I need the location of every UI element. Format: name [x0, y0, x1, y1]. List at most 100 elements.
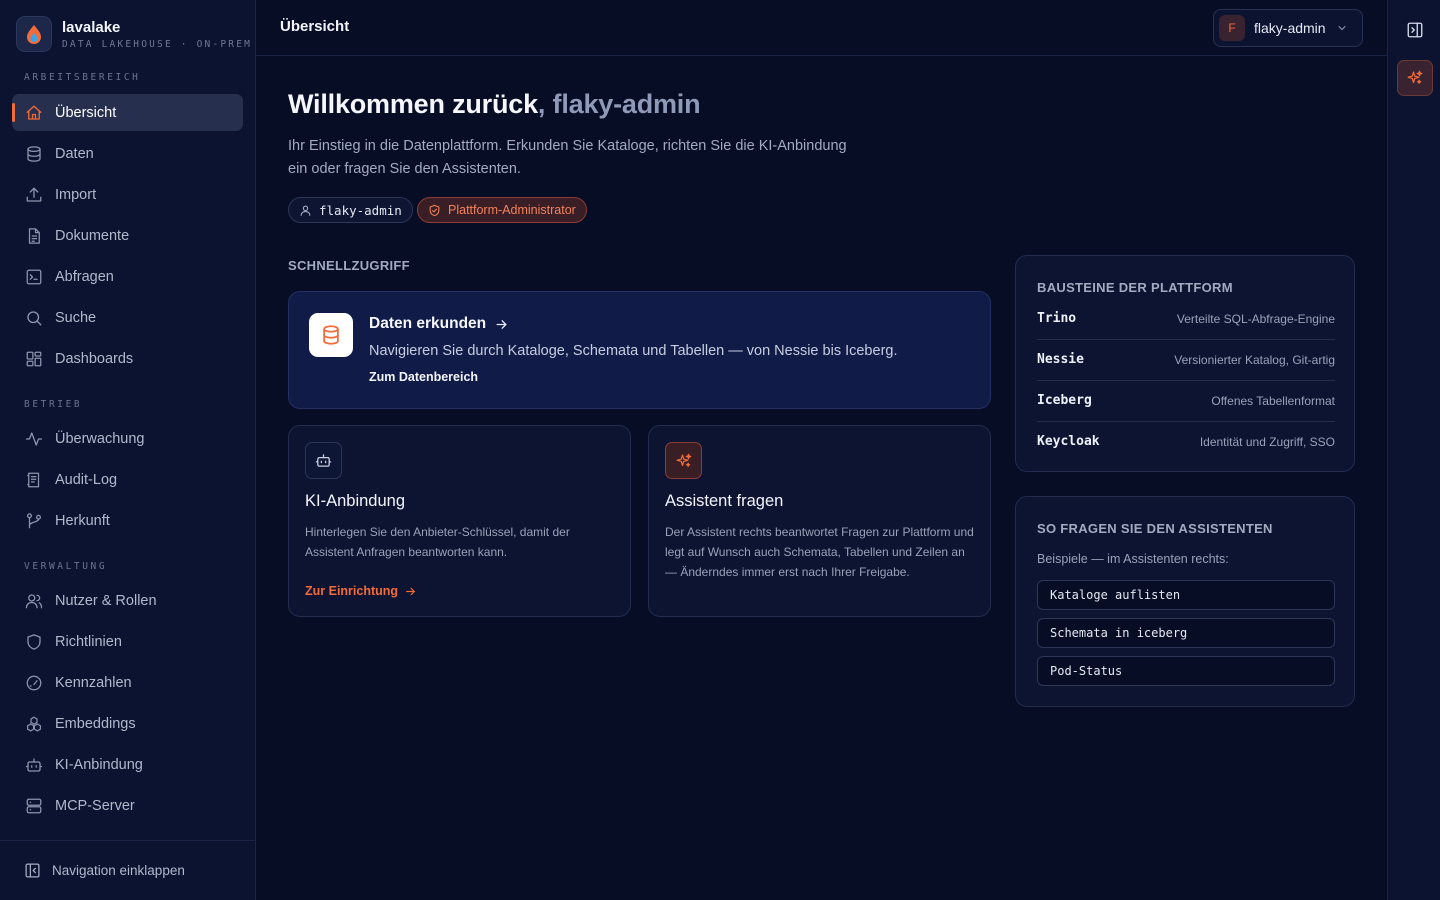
- sidebar-item-richtlinien[interactable]: Richtlinien: [12, 623, 243, 660]
- collapse-navigation-button[interactable]: Navigation einklappen: [0, 840, 255, 900]
- component-row: Trino Verteilte SQL-Abfrage-Engine: [1037, 298, 1335, 339]
- collapse-navigation-label: Navigation einklappen: [52, 863, 185, 878]
- activity-icon: [25, 430, 43, 448]
- section-label-verwaltung: VERWALTUNG: [24, 561, 108, 572]
- lavalake-logo-icon: [16, 16, 52, 52]
- sidebar-item-label: Übersicht: [55, 104, 117, 121]
- sidebar-item-daten[interactable]: Daten: [12, 135, 243, 172]
- brand-name: lavalake: [62, 19, 121, 36]
- database-icon: [309, 313, 353, 357]
- shield-icon: [25, 633, 43, 651]
- avatar: F: [1219, 15, 1245, 41]
- log-icon: [25, 471, 43, 489]
- component-name: Nessie: [1037, 352, 1084, 367]
- role-badge: Plattform-Administrator: [417, 197, 587, 223]
- section-label-arbeitsbereich: ARBEITSBEREICH: [24, 72, 141, 83]
- explore-data-title: Daten erkunden: [369, 315, 509, 333]
- assistant-rail: [1387, 0, 1440, 900]
- component-description: Identität und Zugriff, SSO: [1199, 434, 1335, 449]
- shield-check-icon: [428, 204, 441, 217]
- sidebar-item-embeddings[interactable]: Embeddings: [12, 705, 243, 742]
- component-row: Iceberg Offenes Tabellenformat: [1037, 380, 1335, 421]
- sidebar-item-label: Import: [55, 186, 97, 203]
- sidebar-item-mcp-server[interactable]: MCP-Server: [12, 787, 243, 824]
- sidebar-item-label: Herkunft: [55, 512, 110, 529]
- go-to-data-link[interactable]: Zum Datenbereich: [369, 370, 478, 384]
- explore-data-description: Navigieren Sie durch Kataloge, Schemata …: [369, 343, 898, 359]
- bot-icon: [305, 442, 342, 479]
- users-icon: [25, 592, 43, 610]
- user-icon: [299, 204, 312, 217]
- user-chip: flaky-admin: [288, 197, 413, 223]
- bot-icon: [25, 756, 43, 774]
- server-icon: [25, 797, 43, 815]
- ki-connection-description: Hinterlegen Sie den Anbieter-Schlüssel, …: [305, 525, 570, 559]
- example-prompt-button[interactable]: Schemata in iceberg: [1037, 618, 1335, 648]
- sidebar-item-label: Richtlinien: [55, 633, 122, 650]
- dashboard-icon: [25, 350, 43, 368]
- explore-data-title-text: Daten erkunden: [369, 315, 487, 332]
- example-prompt-button[interactable]: Kataloge auflisten: [1037, 580, 1335, 610]
- sidebar-item-herkunft[interactable]: Herkunft: [12, 502, 243, 539]
- sidebar-item-label: Dokumente: [55, 227, 130, 244]
- sidebar-item-dokumente[interactable]: Dokumente: [12, 217, 243, 254]
- sidebar-item-audit-log[interactable]: Audit-Log: [12, 461, 243, 498]
- platform-components-card: BAUSTEINE DER PLATTFORM Trino Verteilte …: [1015, 255, 1355, 472]
- sidebar-item-abfragen[interactable]: Abfragen: [12, 258, 243, 295]
- component-row: Keycloak Identität und Zugriff, SSO: [1037, 421, 1335, 462]
- topbar: Übersicht F flaky-admin: [256, 0, 1388, 56]
- ask-assistant-card[interactable]: Assistent fragen Der Assistent rechts be…: [648, 425, 991, 617]
- sparkles-icon: [1406, 69, 1424, 87]
- component-row: Nessie Versionierter Katalog, Git-artig: [1037, 339, 1335, 380]
- quick-access-heading: SCHNELLZUGRIFF: [288, 258, 410, 273]
- user-name: flaky-admin: [1254, 20, 1326, 36]
- sidebar-item-kennzahlen[interactable]: Kennzahlen: [12, 664, 243, 701]
- home-icon: [25, 104, 43, 122]
- brand-subtitle: DATA LAKEHOUSE · ON-PREM: [62, 39, 253, 50]
- sidebar-item-suche[interactable]: Suche: [12, 299, 243, 336]
- sidebar-item-nutzer-rollen[interactable]: Nutzer & Rollen: [12, 582, 243, 619]
- go-to-setup-link[interactable]: Zur Einrichtung: [305, 584, 417, 598]
- sidebar-item-label: Überwachung: [55, 430, 145, 447]
- sidebar-item-label: MCP-Server: [55, 797, 135, 814]
- upload-icon: [25, 186, 43, 204]
- lineage-icon: [25, 512, 43, 530]
- explore-data-card[interactable]: Daten erkunden Navigieren Sie durch Kata…: [288, 291, 991, 409]
- sidebar-item-ki-anbindung[interactable]: KI-Anbindung: [12, 746, 243, 783]
- sidebar-item-label: Suche: [55, 309, 97, 326]
- open-assistant-button[interactable]: [1397, 60, 1433, 96]
- sidebar-item-import[interactable]: Import: [12, 176, 243, 213]
- component-description: Versionierter Katalog, Git-artig: [1174, 352, 1335, 367]
- sidebar-item-label: Audit-Log: [55, 471, 118, 488]
- sidebar-item-label: Dashboards: [55, 350, 134, 367]
- sidebar-item-label: Embeddings: [55, 715, 136, 732]
- component-name: Trino: [1037, 311, 1077, 326]
- section-label-betrieb: BETRIEB: [24, 399, 83, 410]
- panel-toggle-icon: [1406, 21, 1424, 39]
- user-menu-button[interactable]: F flaky-admin: [1213, 9, 1363, 47]
- component-description: Offenes Tabellenformat: [1211, 393, 1335, 408]
- sidebar-item-ueberwachung[interactable]: Überwachung: [12, 420, 243, 457]
- sidebar-nav: lavalake DATA LAKEHOUSE · ON-PREM ARBEIT…: [0, 0, 256, 840]
- arrow-right-icon: [494, 317, 509, 332]
- sidebar-item-label: Nutzer & Rollen: [55, 592, 157, 609]
- database-icon: [25, 145, 43, 163]
- component-name: Iceberg: [1037, 393, 1092, 408]
- sidebar: lavalake DATA LAKEHOUSE · ON-PREM ARBEIT…: [0, 0, 256, 900]
- sidebar-item-dashboards[interactable]: Dashboards: [12, 340, 243, 377]
- arrow-right-icon: [404, 585, 417, 598]
- brand[interactable]: lavalake DATA LAKEHOUSE · ON-PREM: [16, 16, 252, 52]
- sidebar-item-uebersicht[interactable]: Übersicht: [12, 94, 243, 131]
- ki-connection-card[interactable]: KI-Anbindung Hinterlegen Sie den Anbiete…: [288, 425, 631, 617]
- gauge-icon: [25, 674, 43, 692]
- page-title: Übersicht: [280, 18, 350, 35]
- document-icon: [25, 227, 43, 245]
- go-to-setup-label: Zur Einrichtung: [305, 584, 399, 598]
- welcome-user: flaky-admin: [545, 89, 701, 119]
- example-prompt-button[interactable]: Pod-Status: [1037, 656, 1335, 686]
- sparkles-icon: [665, 442, 702, 479]
- toggle-panel-button[interactable]: [1397, 12, 1433, 48]
- platform-components-heading: BAUSTEINE DER PLATTFORM: [1037, 280, 1233, 295]
- user-chip-label: flaky-admin: [319, 202, 402, 218]
- chevron-down-icon: [1336, 22, 1348, 34]
